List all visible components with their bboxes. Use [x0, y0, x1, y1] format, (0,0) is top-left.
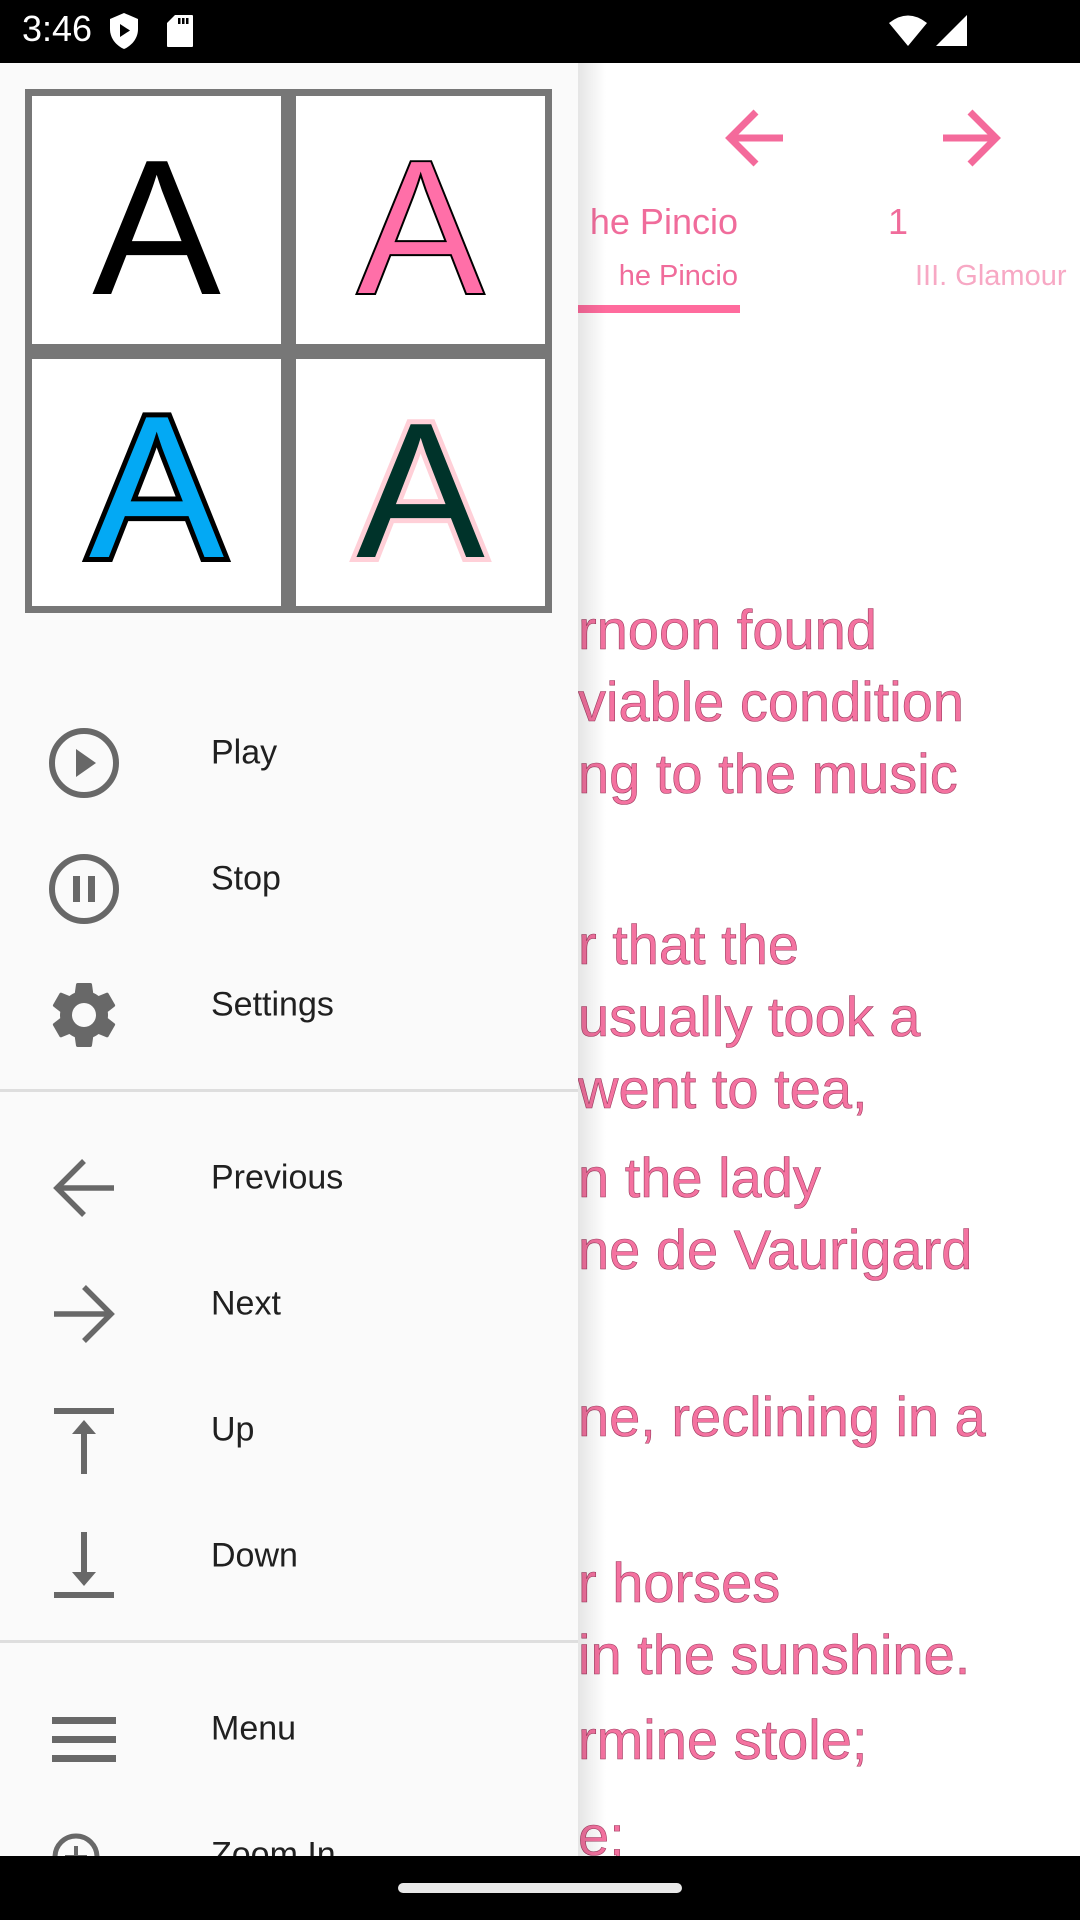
- pause-circle-icon: [49, 854, 119, 924]
- tab-current-title: he Pincio: [589, 201, 738, 242]
- theme-option-black[interactable]: A: [32, 96, 281, 344]
- arrow-left-icon: [725, 109, 783, 167]
- menu-label: Stop: [211, 859, 281, 898]
- reader-line: went to tea,: [578, 1057, 868, 1121]
- theme-picker: A A A A: [25, 89, 552, 613]
- hamburger-menu-icon: [52, 1717, 116, 1762]
- svg-text:A: A: [89, 374, 224, 601]
- arrow-up-to-bar-icon: [54, 1408, 114, 1474]
- theme-option-blue[interactable]: A: [32, 358, 281, 606]
- status-bar: 3:46: [0, 0, 1080, 63]
- menu-divider: [0, 1089, 578, 1092]
- arrow-right-icon: [943, 109, 1001, 167]
- zoom-in-icon: [52, 1833, 100, 1856]
- tab-next-title: 1: [888, 201, 909, 242]
- reader-paragraph: n the lady ne de Vaurigard: [578, 1142, 973, 1286]
- menu-item-play[interactable]: Play: [0, 690, 578, 816]
- play-circle-icon: [49, 728, 119, 798]
- theme-option-pink[interactable]: A: [296, 96, 545, 344]
- home-gesture-handle[interactable]: [398, 1883, 682, 1893]
- reader-line: ne, reclining in a: [578, 1385, 986, 1449]
- signal-icon: [936, 15, 967, 46]
- reader-line: e;: [578, 1804, 625, 1856]
- next-page-button[interactable]: [936, 103, 1006, 173]
- arrow-left-icon: [53, 1159, 114, 1217]
- letter-a-icon: A: [351, 377, 490, 603]
- reader-paragraph: r horses in the sunshine.: [578, 1547, 971, 1691]
- letter-a-icon: A: [92, 119, 221, 335]
- reader-paragraph: rnoon found viable condition ng to the mus…: [578, 594, 965, 810]
- reader-line: ng to the music: [578, 742, 958, 806]
- menu-label: Settings: [211, 985, 334, 1024]
- menu-label: Up: [211, 1410, 255, 1449]
- reader-paragraph: ne, reclining in a: [578, 1381, 986, 1453]
- reader-paragraph: e;: [578, 1800, 625, 1856]
- arrow-right-icon: [54, 1285, 115, 1343]
- reader-line: r that the: [578, 913, 800, 977]
- menu-item-up[interactable]: Up: [0, 1367, 578, 1493]
- letter-a-icon: A: [355, 118, 486, 336]
- theme-option-dark-green[interactable]: A: [296, 358, 545, 606]
- menu-item-down[interactable]: Down: [0, 1493, 578, 1619]
- reader-line: ne de Vaurigard: [578, 1218, 973, 1282]
- shield-play-icon: [110, 13, 138, 49]
- reader-line: n the lady: [578, 1146, 821, 1210]
- gear-icon: [52, 982, 116, 1047]
- status-time: 3:46: [22, 8, 93, 49]
- sd-card-icon: [167, 15, 193, 47]
- svg-text:A: A: [356, 382, 485, 598]
- reader-line: viable condition: [578, 670, 965, 734]
- menu-item-stop[interactable]: Stop: [0, 816, 578, 942]
- wifi-icon: [889, 15, 927, 46]
- menu-item-previous[interactable]: Previous: [0, 1115, 578, 1241]
- letter-a-icon: A: [84, 369, 229, 606]
- menu-label: Next: [211, 1284, 281, 1323]
- navigation-drawer: A A A A Play Stop Settings Previous Next…: [0, 63, 578, 1856]
- svg-text:A: A: [356, 119, 485, 335]
- menu-label: Menu: [211, 1709, 297, 1748]
- reader-paragraph: rmine stole;: [578, 1704, 868, 1776]
- tab-indicator: [578, 305, 740, 313]
- menu-label: Previous: [211, 1158, 344, 1197]
- menu-item-next[interactable]: Next: [0, 1241, 578, 1367]
- system-navigation-bar: [0, 1856, 1080, 1920]
- previous-page-button[interactable]: [720, 103, 790, 173]
- menu-item-menu[interactable]: Menu: [0, 1666, 578, 1792]
- menu-item-zoom-in[interactable]: Zoom In: [0, 1792, 578, 1856]
- svg-text:A: A: [92, 119, 221, 335]
- reader-line: in the sunshine.: [578, 1623, 971, 1687]
- tab-current-subtitle: he Pincio: [618, 260, 738, 292]
- menu-item-settings[interactable]: Settings: [0, 942, 578, 1068]
- reader-line: rmine stole;: [578, 1708, 868, 1772]
- menu-label: Play: [211, 733, 278, 772]
- reader-line: usually took a: [578, 985, 921, 1049]
- menu-label: Zoom In: [211, 1835, 336, 1857]
- menu-divider: [0, 1640, 578, 1643]
- arrow-down-to-bar-icon: [54, 1532, 114, 1598]
- reader-line: r horses: [578, 1551, 781, 1615]
- menu-label: Down: [211, 1536, 298, 1575]
- reader-paragraph: r that the usually took a went to tea,: [578, 909, 921, 1125]
- tab-next-subtitle: III. Glamour: [915, 260, 1067, 292]
- reader-line: rnoon found: [578, 598, 878, 662]
